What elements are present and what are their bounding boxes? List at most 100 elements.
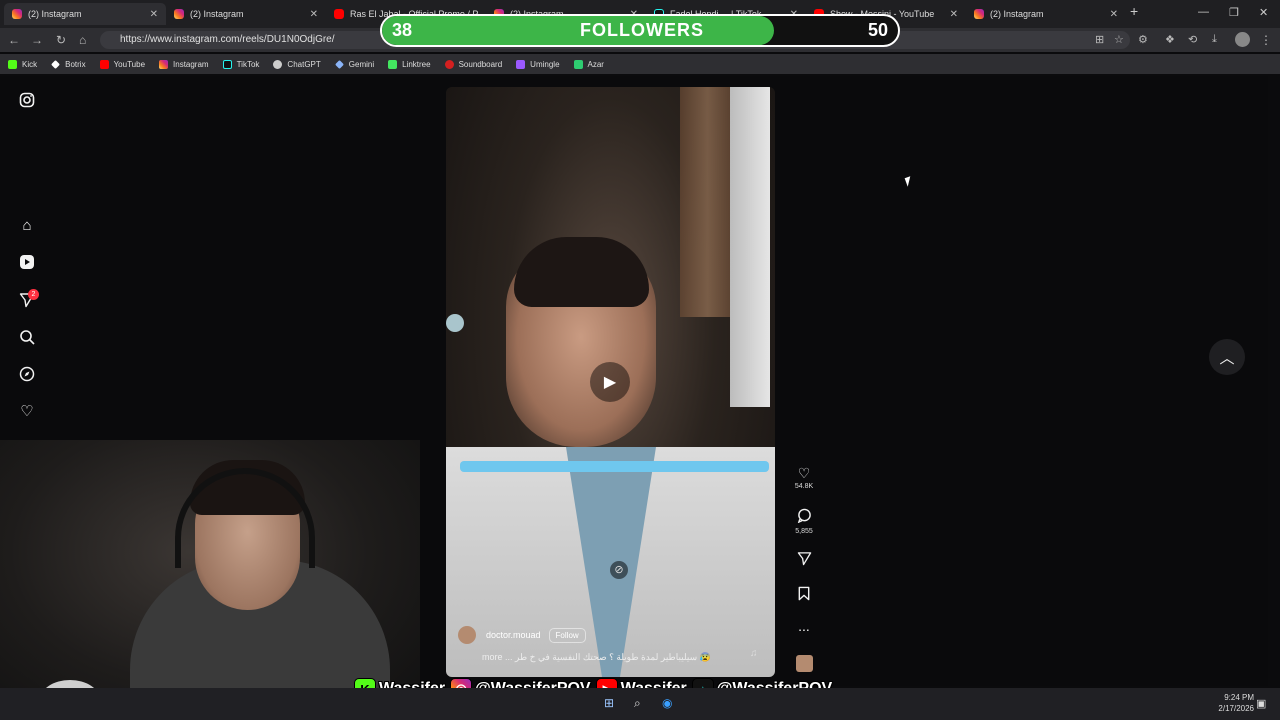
like-action[interactable]: ♡ 54.8K (790, 465, 818, 490)
azar-icon (573, 59, 583, 69)
restore-icon[interactable]: ❐ (1229, 6, 1239, 19)
youtube-icon (334, 9, 344, 19)
minimize-icon[interactable]: — (1198, 6, 1209, 18)
close-window-icon[interactable]: ✕ (1259, 6, 1268, 19)
bookmark-gemini[interactable]: Gemini (334, 60, 374, 69)
followers-goal-bar: FOLLOWERS 38 50 (380, 14, 900, 47)
search-nav-icon[interactable] (18, 328, 36, 346)
linktree-icon (388, 59, 398, 69)
bookmark-linktree[interactable]: Linktree (388, 59, 431, 69)
comment-count: 5,855 (795, 528, 813, 535)
author-avatar[interactable] (458, 626, 476, 644)
bookmark-chatgpt[interactable]: ChatGPT (273, 59, 321, 69)
like-count: 54.8K (794, 483, 814, 490)
profile-avatar[interactable] (1235, 32, 1250, 47)
bookmark-label: Azar (587, 59, 604, 69)
bookmark-label: Linktree (402, 59, 431, 69)
reel-author: doctor.mouad Follow (458, 626, 586, 644)
share-send-icon[interactable] (790, 551, 818, 569)
new-tab-icon[interactable]: + (1130, 3, 1138, 19)
reels-nav-icon[interactable] (18, 253, 36, 271)
close-icon[interactable]: ✕ (1110, 9, 1118, 20)
clock-date: 2/17/2026 (1218, 704, 1254, 713)
bookmark-label: Botrix (65, 59, 86, 69)
followers-target: 50 (867, 20, 888, 40)
edge-browser-icon[interactable]: ◉ (662, 696, 672, 710)
reload-icon[interactable]: ↻ (56, 33, 66, 47)
bookmark-botrix[interactable]: Botrix (51, 59, 86, 69)
bookmark-label: Soundboard (458, 59, 503, 69)
tab-title: (2) Instagram (28, 9, 82, 19)
bookmark-label: Instagram (173, 59, 209, 69)
kick-icon (8, 59, 17, 69)
back-icon[interactable]: ← (8, 33, 20, 47)
bookmark-kick[interactable]: Kick (8, 59, 38, 69)
audio-wave-icon[interactable]: ♫ (750, 648, 758, 659)
split-icon[interactable]: ⊞ (1095, 33, 1104, 46)
comment-bubble-icon[interactable] (790, 508, 818, 526)
video-background-window (730, 87, 770, 407)
youtube-icon (99, 59, 109, 69)
taskbar-search-icon[interactable]: ⌕ (634, 696, 641, 711)
video-background-curtain (680, 87, 735, 317)
home-icon[interactable]: ⌂ (79, 33, 86, 47)
notification-badge: 2 (28, 289, 39, 300)
notifications-heart-icon[interactable]: ♡ (18, 402, 36, 420)
extensions-icon[interactable]: ⚙ (1138, 33, 1148, 46)
save-action[interactable] (790, 586, 818, 604)
tiktok-icon (222, 59, 232, 69)
forward-icon[interactable]: → (31, 33, 43, 47)
explore-nav-icon[interactable] (18, 365, 36, 383)
umingle-icon (516, 59, 526, 69)
play-icon[interactable]: ▶ (590, 362, 630, 402)
bookmark-icon[interactable] (790, 586, 818, 604)
instagram-icon (974, 9, 984, 19)
share-action[interactable] (790, 551, 818, 569)
tab-instagram-1[interactable]: (2) Instagram ✕ (4, 3, 166, 25)
more-dots-icon[interactable]: ... (790, 618, 818, 634)
chatgpt-icon (273, 59, 283, 69)
home-nav-icon[interactable]: ⌂ (18, 216, 36, 234)
muted-icon[interactable]: ⊘ (610, 561, 628, 579)
bookmark-label: YouTube (113, 59, 146, 69)
more-options-action[interactable]: ... (790, 618, 818, 634)
bookmark-label: TikTok (236, 59, 260, 69)
bookmark-soundboard[interactable]: Soundboard (444, 59, 503, 69)
bookmarks-bar: Kick Botrix YouTube Instagram TikTok Cha… (0, 54, 1280, 74)
bookmark-label: Umingle (530, 59, 560, 69)
menu-dots-icon[interactable]: ⋮ (1260, 33, 1272, 47)
author-username[interactable]: doctor.mouad (486, 630, 541, 640)
reel-caption[interactable]: more ... سيليباطير لمدة طويلة ؟ صحتك الن… (482, 652, 742, 663)
favorite-star-icon[interactable]: ☆ (1114, 33, 1124, 46)
clock-time: 9:24 PM (1224, 693, 1254, 702)
follow-button[interactable]: Follow (548, 627, 586, 643)
instagram-icon (159, 59, 169, 69)
download-icon[interactable]: ⤓ (1212, 33, 1217, 46)
comment-action[interactable]: 5,855 (790, 508, 818, 535)
bookmark-label: Kick (22, 59, 38, 69)
windows-start-icon[interactable]: ⊞ (604, 696, 614, 710)
instagram-logo-icon[interactable] (18, 91, 36, 109)
history-icon[interactable]: ⟲ (1188, 33, 1197, 46)
chevron-up-icon[interactable]: ︿ (1209, 339, 1245, 375)
bookmark-tiktok[interactable]: TikTok (222, 59, 260, 69)
bookmark-azar[interactable]: Azar (573, 59, 604, 69)
close-icon[interactable]: ✕ (950, 9, 958, 20)
bookmark-label: ChatGPT (287, 59, 321, 69)
instagram-icon (12, 9, 22, 19)
like-heart-icon[interactable]: ♡ (790, 465, 818, 481)
bookmark-instagram[interactable]: Instagram (159, 59, 209, 69)
bookmark-youtube[interactable]: YouTube (99, 59, 146, 69)
close-icon[interactable]: ✕ (150, 9, 158, 20)
tab-instagram-2[interactable]: (2) Instagram ✕ (166, 3, 326, 25)
bookmark-umingle[interactable]: Umingle (516, 59, 560, 69)
tab-instagram-4[interactable]: (2) Instagram ✕ (966, 3, 1126, 25)
original-audio-thumbnail[interactable] (796, 655, 813, 672)
overlay-blob (446, 314, 464, 332)
close-icon[interactable]: ✕ (310, 9, 318, 20)
instagram-icon (174, 9, 184, 19)
collections-icon[interactable]: ❖ (1165, 33, 1175, 46)
system-clock[interactable]: 9:24 PM 2/17/2026 (1218, 692, 1254, 714)
notification-center-icon[interactable]: ▣ (1256, 697, 1266, 710)
video-person-hair (514, 237, 649, 307)
